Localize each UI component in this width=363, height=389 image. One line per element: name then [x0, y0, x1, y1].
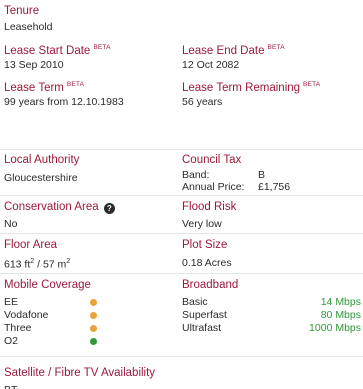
broadband-tier-name: Superfast	[182, 309, 227, 321]
plot-size-value: 0.18 Acres	[182, 257, 232, 269]
mobile-network-name: Three	[4, 322, 32, 334]
satellite-tv-label: Satellite / Fibre TV Availability	[4, 367, 156, 379]
lease-start-label: Lease Start Date BETA	[4, 44, 111, 57]
mobile-coverage-label: Mobile Coverage	[4, 279, 91, 291]
section-divider	[0, 273, 363, 274]
mobile-network-name: Vodafone	[4, 309, 49, 321]
council-tax-price-value: £1,756	[258, 181, 291, 193]
floor-area-label: Floor Area	[4, 239, 58, 251]
broadband-speed: 1000 Mbps	[309, 322, 361, 334]
lease-remaining-label: Lease Term Remaining BETA	[182, 81, 321, 94]
council-tax-label: Council Tax	[182, 154, 242, 166]
beta-badge: BETA	[303, 81, 321, 88]
beta-badge: BETA	[66, 81, 85, 88]
tenure-value: Leasehold	[4, 21, 53, 33]
lease-term-label: Lease Term BETA	[4, 81, 85, 94]
satellite-tv-value: BT	[4, 383, 17, 389]
broadband-tier-name: Basic	[182, 296, 208, 308]
local-authority-value: Gloucestershire	[4, 172, 78, 184]
broadband-label: Broadband	[182, 279, 239, 291]
mobile-network-name: O2	[4, 335, 19, 347]
section-divider	[0, 195, 363, 196]
lease-term-value: 99 years from 12.10.1983	[4, 96, 124, 108]
mobile-network-name: EE	[4, 296, 19, 308]
broadband-tier-name: Ultrafast	[182, 322, 222, 334]
broadband-speed: 14 Mbps	[320, 296, 361, 308]
question-icon[interactable]: ?	[103, 203, 115, 214]
lease-end-label: Lease End Date BETA	[182, 44, 285, 57]
coverage-status-dot	[90, 325, 97, 332]
section-divider	[0, 356, 363, 357]
flood-risk-label: Flood Risk	[182, 201, 237, 213]
local-authority-label: Local Authority	[4, 154, 80, 166]
coverage-status-dot	[90, 312, 97, 319]
plot-size-label: Plot Size	[182, 239, 228, 251]
beta-badge: BETA	[267, 44, 285, 51]
section-divider	[0, 149, 363, 150]
conservation-area-value: No	[4, 218, 18, 230]
council-tax-price-label: Annual Price:	[182, 181, 245, 193]
conservation-area-label: Conservation Area ?	[4, 200, 115, 214]
tenure-label: Tenure	[4, 5, 40, 17]
floor-area-value: 613 ft2 / 57 m2	[4, 258, 71, 271]
lease-remaining-value: 56 years	[182, 96, 223, 108]
section-divider	[0, 233, 363, 234]
flood-risk-value: Very low	[182, 218, 222, 230]
coverage-status-dot	[90, 299, 97, 306]
lease-end-value: 12 Oct 2082	[182, 59, 240, 71]
beta-badge: BETA	[93, 44, 111, 51]
broadband-speed: 80 Mbps	[320, 309, 361, 321]
lease-start-value: 13 Sep 2010	[4, 59, 64, 71]
coverage-status-dot	[90, 338, 97, 345]
